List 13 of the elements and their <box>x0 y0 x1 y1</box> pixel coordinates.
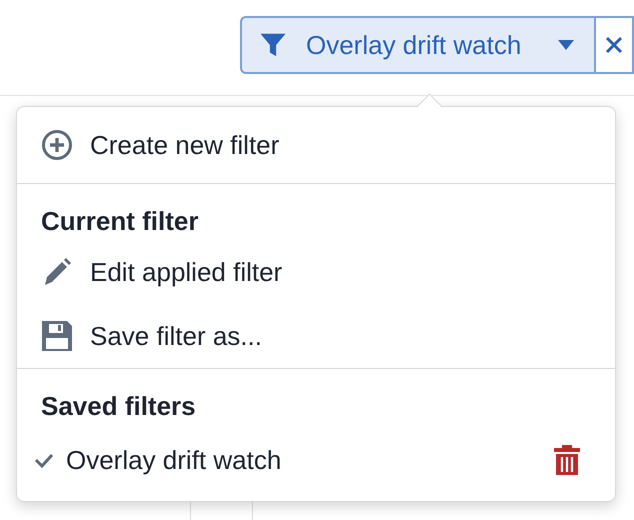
clear-filter-button[interactable] <box>596 16 634 74</box>
trash-icon <box>553 444 581 476</box>
section-heading: Saved filters <box>40 390 197 423</box>
plus-circle-icon <box>41 129 73 161</box>
create-filter-item[interactable]: Create new filter <box>17 107 615 183</box>
edit-filter-item[interactable]: Edit applied filter <box>17 240 615 304</box>
caret-icon <box>558 40 574 50</box>
close-icon <box>604 35 624 55</box>
saved-filter-item[interactable]: Overlay drift watch <box>17 425 615 495</box>
save-filter-item[interactable]: Save filter as... <box>17 304 615 368</box>
filter-dropdown-button[interactable]: Overlay drift watch <box>240 16 596 74</box>
check-icon <box>34 452 54 468</box>
section-heading: Current filter <box>40 205 200 238</box>
